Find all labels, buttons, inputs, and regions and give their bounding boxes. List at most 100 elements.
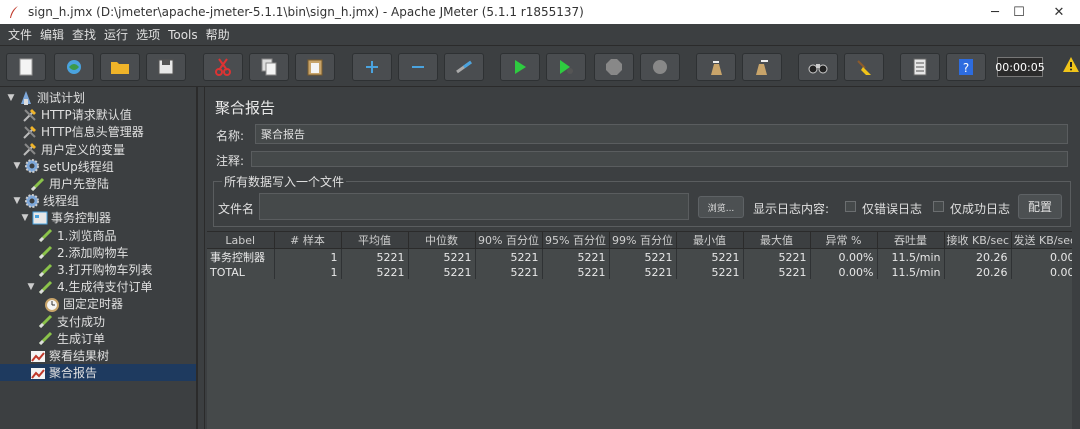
- menu-file[interactable]: 文件: [4, 24, 36, 46]
- tree-node[interactable]: 用户定义的变量: [22, 141, 125, 158]
- table-cell: 1: [274, 265, 342, 279]
- column-header[interactable]: 最大值: [743, 232, 811, 249]
- open-button[interactable]: [100, 53, 140, 81]
- tree-node[interactable]: HTTP信息头管理器: [22, 123, 144, 140]
- tree-node[interactable]: HTTP请求默认值: [22, 106, 132, 123]
- tree-node[interactable]: 用户先登陆: [30, 175, 109, 192]
- name-field[interactable]: 聚合报告: [255, 124, 1068, 144]
- copy-button[interactable]: [249, 53, 289, 81]
- tree-node[interactable]: 聚合报告: [0, 364, 196, 382]
- tree-node-label: 2.添加购物车: [57, 245, 129, 260]
- tree-expand-toggle[interactable]: ▼: [6, 93, 16, 103]
- toggle-button[interactable]: [444, 53, 484, 81]
- tree-expand-toggle[interactable]: ▼: [12, 196, 22, 206]
- table-cell: 5221: [475, 265, 543, 279]
- table-cell: 5221: [609, 265, 677, 279]
- search-button[interactable]: [798, 53, 838, 81]
- tree-node[interactable]: ▼ 事务控制器: [20, 209, 111, 226]
- menu-run[interactable]: 运行: [100, 24, 132, 46]
- tree-expand-toggle[interactable]: ▼: [26, 282, 36, 292]
- tree-node[interactable]: ▼ 测试计划: [6, 89, 85, 106]
- column-header[interactable]: 异常 %: [810, 232, 878, 249]
- menu-options[interactable]: 选项: [132, 24, 164, 46]
- comment-field[interactable]: [251, 151, 1068, 167]
- table-cell: 5221: [743, 265, 811, 279]
- aggregate-table: Label # 样本 平均值 中位数 90% 百分位 95% 百分位 99% 百分位 最小值最…: [207, 231, 1079, 429]
- paste-button[interactable]: [295, 53, 335, 81]
- templates-button[interactable]: [54, 53, 94, 81]
- table-row[interactable]: TOTAL 1 5221 5221 5221 5221 5221 5221 5221 0.00% 1…: [207, 265, 1079, 279]
- table-cell: 5221: [475, 248, 543, 265]
- tree-expand-toggle[interactable]: ▼: [20, 213, 30, 223]
- clear-button[interactable]: [696, 53, 736, 81]
- column-header[interactable]: 吞吐量: [877, 232, 945, 249]
- function-helper-button[interactable]: [900, 53, 940, 81]
- menu-tools[interactable]: Tools: [164, 24, 202, 46]
- tree-node[interactable]: 2.添加购物车: [38, 244, 128, 261]
- column-header[interactable]: 最小值: [676, 232, 744, 249]
- column-header[interactable]: # 样本: [274, 232, 342, 249]
- table-row[interactable]: 事务控制器 1 5221 5221 5221 5221 5221 5221 5221 0.00% 1…: [207, 248, 1079, 265]
- tree-node[interactable]: 察看结果树: [30, 347, 109, 364]
- column-header[interactable]: 中位数: [408, 232, 476, 249]
- column-header[interactable]: 发送 KB/sec: [1011, 232, 1079, 249]
- column-header[interactable]: Label: [207, 232, 275, 249]
- toolbar: ? 00:00:05: [0, 47, 1080, 87]
- menu-help[interactable]: 帮助: [202, 24, 234, 46]
- table-header-row: Label # 样本 平均值 中位数 90% 百分位 95% 百分位 99% 百分位 最小值最…: [207, 232, 1079, 249]
- shutdown-button[interactable]: [640, 53, 680, 81]
- aggregate-report-panel: 聚合报告 名称: 聚合报告 注释: 所有数据写入一个文件 文件名 浏览... 显…: [205, 87, 1080, 429]
- reset-search-button[interactable]: [844, 53, 884, 81]
- tree-node[interactable]: 3.打开购物车列表: [38, 261, 152, 278]
- clear-all-icon: [756, 60, 768, 75]
- new-icon: [19, 58, 33, 76]
- tree-node[interactable]: ▼ 线程组: [12, 192, 79, 209]
- column-header[interactable]: 接收 KB/sec: [944, 232, 1012, 249]
- menu-search[interactable]: 查找: [68, 24, 100, 46]
- tree-node-label: 用户定义的变量: [41, 142, 126, 157]
- cut-button[interactable]: [203, 53, 243, 81]
- split-pane-divider[interactable]: [197, 87, 205, 429]
- table-cell: 0.00: [1011, 265, 1079, 279]
- save-button[interactable]: [146, 53, 186, 81]
- tree-node-label: HTTP信息头管理器: [41, 125, 144, 140]
- tree-node[interactable]: 1.浏览商品: [38, 227, 116, 244]
- comment-label: 注释:: [216, 154, 245, 168]
- collapse-button[interactable]: [398, 53, 438, 81]
- tree-node[interactable]: ▼ 4.生成待支付订单: [26, 278, 153, 295]
- table-cell: 5221: [676, 265, 744, 279]
- warning-icon[interactable]: [1062, 56, 1080, 76]
- tree-node[interactable]: ▼ setUp线程组: [12, 158, 114, 175]
- column-header[interactable]: 95% 百分位: [542, 232, 610, 249]
- save-icon: [158, 59, 174, 75]
- timer-icon: [44, 296, 60, 312]
- tree-node[interactable]: 固定定时器: [44, 295, 123, 312]
- column-header[interactable]: 平均值: [341, 232, 409, 249]
- start-no-pause-button[interactable]: [546, 53, 586, 81]
- errors-only-checkbox[interactable]: [845, 201, 856, 212]
- tree-node[interactable]: 生成订单: [38, 330, 105, 347]
- stop-button[interactable]: [594, 53, 634, 81]
- close-button[interactable]: ✕: [1036, 0, 1080, 24]
- expand-button[interactable]: [352, 53, 392, 81]
- browse-button[interactable]: 浏览...: [698, 196, 744, 218]
- tree-node[interactable]: 支付成功: [38, 313, 105, 330]
- start-button[interactable]: [500, 53, 540, 81]
- open-icon: [111, 62, 129, 74]
- tree-node-label: 固定定时器: [63, 297, 124, 312]
- new-button[interactable]: [6, 53, 46, 81]
- clear-all-button[interactable]: [742, 53, 782, 81]
- menu-edit[interactable]: 编辑: [36, 24, 68, 46]
- tree-expand-toggle[interactable]: ▼: [12, 161, 22, 171]
- svg-text:?: ?: [963, 61, 969, 75]
- tree-node-label: 4.生成待支付订单: [57, 280, 153, 295]
- column-header[interactable]: 99% 百分位: [609, 232, 677, 249]
- menu-bar: 文件 编辑 查找 运行 选项 Tools 帮助: [0, 24, 1080, 46]
- filename-field[interactable]: [259, 193, 689, 220]
- configure-button[interactable]: 配置: [1018, 194, 1062, 219]
- listener-icon: [30, 365, 46, 381]
- column-header[interactable]: 90% 百分位: [475, 232, 543, 249]
- help-button[interactable]: ?: [946, 53, 986, 81]
- elapsed-timer: 00:00:05: [995, 57, 1045, 77]
- success-only-checkbox[interactable]: [933, 201, 944, 212]
